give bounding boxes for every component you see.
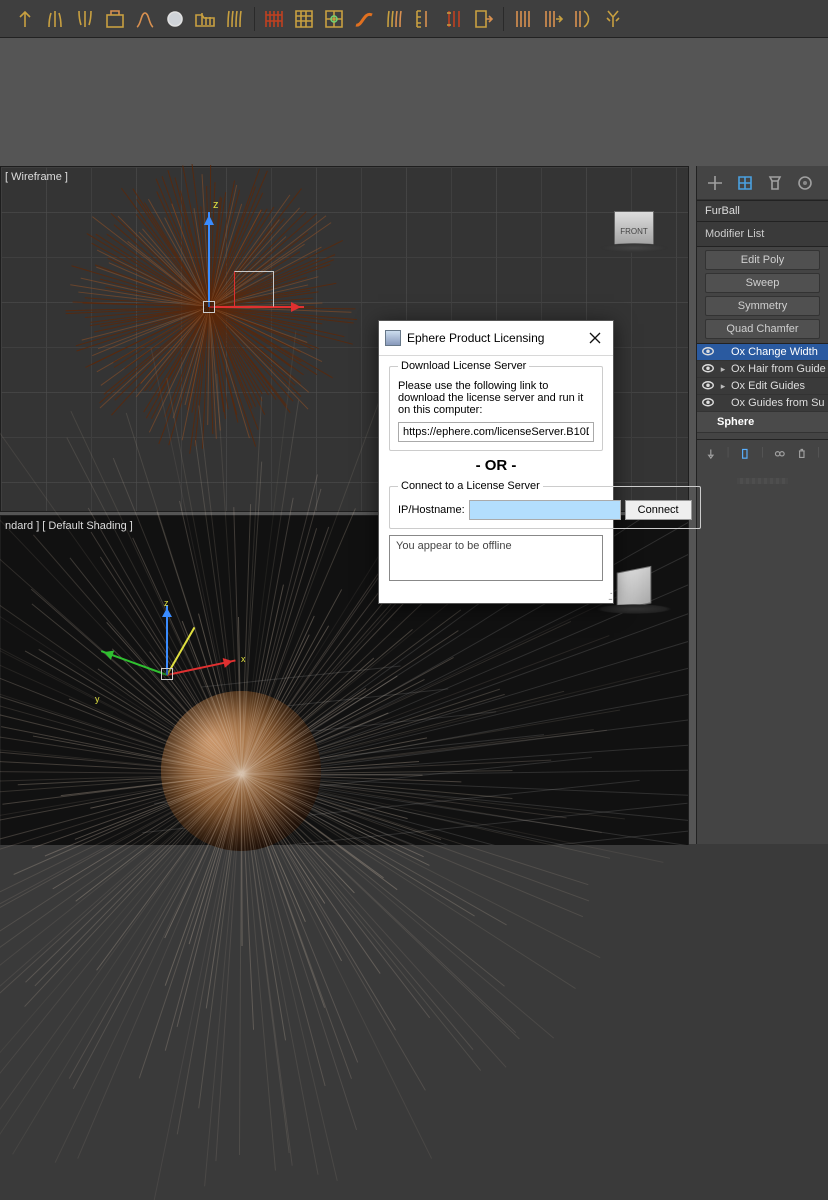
strands-fan-icon[interactable] xyxy=(40,4,70,34)
ip-label: IP/Hostname: xyxy=(398,504,465,516)
modifier-name: Ox Change Width xyxy=(731,346,818,358)
display-tab-icon[interactable] xyxy=(795,173,815,193)
status-box: You appear to be offline xyxy=(389,535,603,581)
expand-icon[interactable]: ▸ xyxy=(719,381,727,392)
curve-orange-icon[interactable] xyxy=(349,4,379,34)
strands-down-icon[interactable] xyxy=(70,4,100,34)
arrow-up-icon[interactable] xyxy=(10,4,40,34)
command-panel: FurBall Modifier List Edit Poly Sweep Symm… xyxy=(696,166,828,844)
modifier-preset-button[interactable]: Edit Poly xyxy=(705,250,820,270)
modifier-stack-item[interactable]: Ox Change Width xyxy=(697,344,828,361)
modifier-stack-item[interactable]: Ox Guides from Su xyxy=(697,395,828,412)
download-section: Download License Server Please use the f… xyxy=(389,360,603,451)
connect-section: Connect to a License Server IP/Hostname:… xyxy=(389,480,701,529)
sweep-icon[interactable] xyxy=(130,4,160,34)
bars-icon[interactable] xyxy=(508,4,538,34)
gizmo-center[interactable] xyxy=(161,668,173,680)
grid-center-icon[interactable] xyxy=(319,4,349,34)
modifier-list-dropdown[interactable]: Modifier List xyxy=(697,222,828,247)
download-url-field[interactable] xyxy=(398,422,594,442)
dialog-titlebar[interactable]: Ephere Product Licensing xyxy=(379,321,613,356)
grid-dense-icon[interactable] xyxy=(289,4,319,34)
viewcube[interactable] xyxy=(610,564,658,612)
axis-z[interactable] xyxy=(166,605,168,675)
dialog-icon xyxy=(385,330,401,346)
create-tab-icon[interactable] xyxy=(705,173,725,193)
bars-arrow-icon[interactable] xyxy=(538,4,568,34)
close-button[interactable] xyxy=(581,327,609,349)
modify-tab-icon[interactable] xyxy=(735,173,755,193)
licensing-dialog: Ephere Product Licensing Download Licens… xyxy=(378,320,614,604)
strands-double-icon[interactable] xyxy=(379,4,409,34)
object-name-field[interactable]: FurBall xyxy=(697,200,828,222)
pin-stack-icon[interactable] xyxy=(705,446,717,462)
branch-icon[interactable] xyxy=(598,4,628,34)
modifier-preset-button[interactable]: Symmetry xyxy=(705,296,820,316)
grid-red-icon[interactable] xyxy=(259,4,289,34)
or-divider: - OR - xyxy=(389,457,603,474)
modifier-preset-button[interactable]: Sweep xyxy=(705,273,820,293)
visibility-eye-icon[interactable] xyxy=(701,346,715,358)
axis-x-label: x xyxy=(241,654,246,664)
base-object-row[interactable]: Sphere xyxy=(697,412,828,433)
expand-icon[interactable]: ▸ xyxy=(719,364,727,375)
panel-divider xyxy=(737,478,788,484)
ruler-icon[interactable] xyxy=(409,4,439,34)
viewcube[interactable]: FRONT xyxy=(610,207,658,255)
modifier-stack-item[interactable]: ▸ Ox Hair from Guide xyxy=(697,361,828,378)
remove-modifier-icon[interactable] xyxy=(796,446,808,462)
connect-button[interactable]: Connect xyxy=(625,500,692,520)
show-end-result-icon[interactable] xyxy=(739,446,751,462)
make-unique-icon[interactable] xyxy=(774,446,786,462)
folder-icon[interactable] xyxy=(190,4,220,34)
stack-toolbar: | | | xyxy=(697,439,828,468)
hierarchy-tab-icon[interactable] xyxy=(765,173,785,193)
transform-gizmo[interactable]: z x y xyxy=(167,674,177,684)
visibility-eye-icon[interactable] xyxy=(701,363,715,375)
download-legend: Download License Server xyxy=(398,360,529,372)
bars-curve-icon[interactable] xyxy=(568,4,598,34)
ip-hostname-input[interactable] xyxy=(469,500,621,520)
modifier-stack-item[interactable]: ▸ Ox Edit Guides xyxy=(697,378,828,395)
modifier-name: Ox Edit Guides xyxy=(731,380,805,392)
visibility-eye-icon[interactable] xyxy=(701,397,715,409)
main-toolbar xyxy=(0,0,828,38)
strands-wave-icon[interactable] xyxy=(220,4,250,34)
download-text: Please use the following link to downloa… xyxy=(398,380,594,416)
axis-y-label: y xyxy=(95,694,100,704)
command-panel-tabs xyxy=(697,166,828,200)
column-red-icon[interactable] xyxy=(439,4,469,34)
resize-grip[interactable]: ...... xyxy=(379,589,613,603)
viewcube-face[interactable] xyxy=(617,566,652,610)
export-icon[interactable] xyxy=(469,4,499,34)
dialog-title: Ephere Product Licensing xyxy=(407,331,575,345)
connect-legend: Connect to a License Server xyxy=(398,480,543,492)
visibility-eye-icon[interactable] xyxy=(701,380,715,392)
modifier-preset-button[interactable]: Quad Chamfer xyxy=(705,319,820,339)
sphere-icon[interactable] xyxy=(160,4,190,34)
viewcube-face[interactable]: FRONT xyxy=(614,211,654,251)
axis-z-label: z xyxy=(164,598,169,608)
viewport-label[interactable]: ndard ] [ Default Shading ] xyxy=(5,520,133,532)
preset-box-icon[interactable] xyxy=(100,4,130,34)
modifier-name: Ox Hair from Guide xyxy=(731,363,826,375)
viewport-label[interactable]: [ Wireframe ] xyxy=(5,171,68,183)
modifier-stack: Ox Change Width ▸ Ox Hair from Guide ▸ Ox Ed… xyxy=(697,343,828,433)
modifier-name: Ox Guides from Su xyxy=(731,397,825,409)
